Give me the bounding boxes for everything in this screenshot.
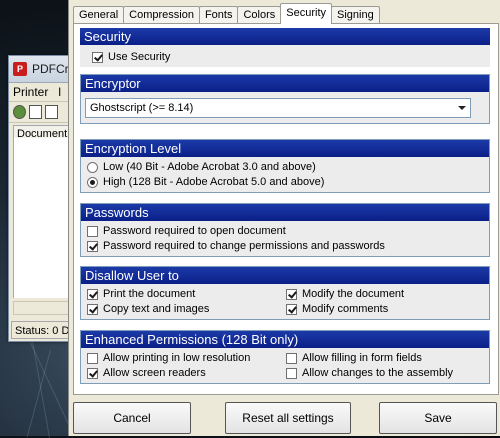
menu-printer[interactable]: Printer [13, 85, 48, 99]
checkbox-label: Use Security [108, 51, 171, 63]
radio-button[interactable] [87, 161, 98, 173]
checkbox-box[interactable] [87, 225, 98, 237]
checkbox-box[interactable] [87, 288, 98, 300]
section-header: Encryptor [81, 75, 489, 92]
tab-colors[interactable]: Colors [237, 6, 282, 24]
allow-assembly-changes-checkbox[interactable]: Allow changes to the assembly [286, 367, 453, 379]
checkbox-label: Allow changes to the assembly [302, 367, 454, 379]
passwords-section: Passwords Password required to open docu… [80, 203, 490, 257]
checkbox-label: Allow filling in form fields [302, 352, 422, 364]
encryption-level-section: Encryption Level Low (40 Bit - Adobe Acr… [80, 139, 490, 193]
document-icon[interactable] [29, 105, 42, 119]
cancel-button[interactable]: Cancel [73, 402, 191, 434]
section-header: Security [80, 28, 490, 45]
security-tab-panel: Security Use Security Encryptor Ghostscr… [73, 23, 499, 395]
checkbox-label: Allow printing in low resolution [103, 352, 251, 364]
radio-label: High (128 Bit - Adobe Acrobat 5.0 and ab… [103, 176, 325, 188]
pdfcreator-app-icon: P [13, 62, 27, 76]
save-button[interactable]: Save [379, 402, 497, 434]
checkbox-box[interactable] [286, 367, 297, 379]
menu-next[interactable]: l [58, 85, 61, 99]
encryptor-section: Encryptor Ghostscript (>= 8.14) [80, 74, 490, 124]
allow-screen-readers-checkbox[interactable]: Allow screen readers [87, 367, 206, 379]
tab-general[interactable]: General [73, 6, 125, 24]
checkbox-box[interactable] [87, 303, 98, 315]
security-section: Security Use Security [80, 28, 490, 67]
dropdown-value: Ghostscript (>= 8.14) [90, 102, 194, 114]
disallow-copy-checkbox[interactable]: Copy text and images [87, 303, 209, 315]
reset-all-settings-button[interactable]: Reset all settings [225, 402, 351, 434]
enhanced-permissions-section: Enhanced Permissions (128 Bit only) Allo… [80, 330, 490, 384]
tab-security[interactable]: Security [280, 3, 333, 24]
disallow-print-checkbox[interactable]: Print the document [87, 288, 195, 300]
radio-low[interactable]: Low (40 Bit - Adobe Acrobat 3.0 and abov… [87, 161, 316, 173]
encryptor-dropdown[interactable]: Ghostscript (>= 8.14) [85, 98, 471, 118]
password-permissions-checkbox[interactable]: Password required to change permissions … [87, 240, 385, 252]
checkbox-label: Print the document [103, 288, 196, 300]
radio-button[interactable] [87, 176, 98, 188]
checkbox-label: Password required to open document [103, 225, 286, 237]
section-header: Disallow User to [81, 267, 489, 284]
allow-low-res-print-checkbox[interactable]: Allow printing in low resolution [87, 352, 250, 364]
tab-compression[interactable]: Compression [123, 6, 200, 24]
list-icon[interactable] [45, 105, 58, 119]
checkbox-label: Password required to change permissions … [103, 240, 385, 252]
tab-strip: General Compression Fonts Colors Securit… [73, 3, 380, 24]
dropdown-arrow-icon[interactable] [458, 106, 466, 110]
checkbox-label: Copy text and images [103, 303, 210, 315]
section-header: Encryption Level [81, 140, 489, 157]
allow-form-filling-checkbox[interactable]: Allow filling in form fields [286, 352, 422, 364]
disallow-comments-checkbox[interactable]: Modify comments [286, 303, 388, 315]
use-security-checkbox[interactable]: Use Security [92, 51, 170, 63]
checkbox-box[interactable] [87, 240, 98, 252]
disallow-section: Disallow User to Print the document Modi… [80, 266, 490, 320]
checkbox-box[interactable] [87, 352, 98, 364]
checkbox-box[interactable] [286, 303, 297, 315]
checkbox-label: Allow screen readers [103, 367, 206, 379]
checkbox-box[interactable] [87, 367, 98, 379]
options-dialog: General Compression Fonts Colors Securit… [68, 0, 500, 436]
section-header: Enhanced Permissions (128 Bit only) [81, 331, 489, 348]
password-open-checkbox[interactable]: Password required to open document [87, 225, 286, 237]
checkbox-box[interactable] [286, 288, 297, 300]
tab-signing[interactable]: Signing [331, 6, 380, 24]
radio-high[interactable]: High (128 Bit - Adobe Acrobat 5.0 and ab… [87, 176, 324, 188]
checkbox-label: Modify the document [302, 288, 405, 300]
checkbox-box[interactable] [92, 51, 103, 63]
printer-icon[interactable] [13, 105, 26, 119]
section-header: Passwords [81, 204, 489, 221]
checkbox-label: Modify comments [302, 303, 389, 315]
tab-fonts[interactable]: Fonts [198, 6, 239, 24]
disallow-modify-checkbox[interactable]: Modify the document [286, 288, 404, 300]
checkbox-box[interactable] [286, 352, 297, 364]
radio-label: Low (40 Bit - Adobe Acrobat 3.0 and abov… [103, 161, 316, 173]
